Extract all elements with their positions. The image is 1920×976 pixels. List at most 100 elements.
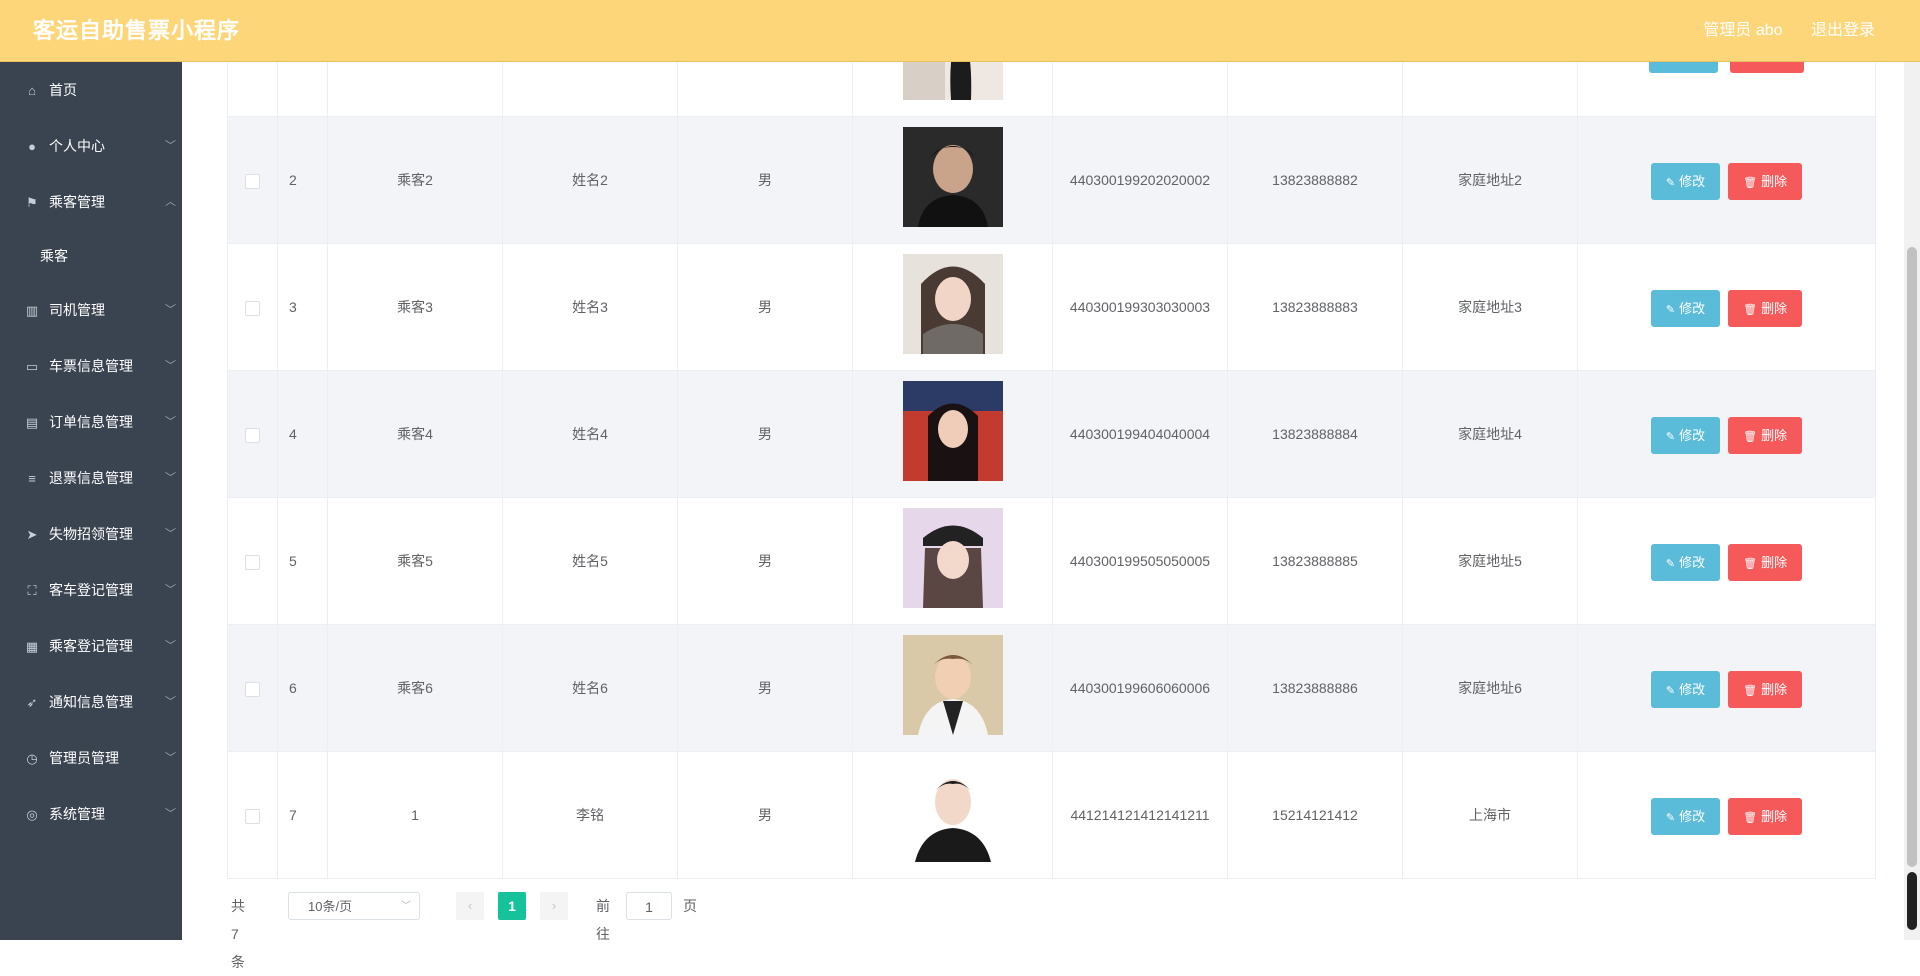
top-header: 客运自助售票小程序 管理员 abo 退出登录 <box>0 0 1920 62</box>
sidebar-item-1[interactable]: ● 个人中心 ﹀ <box>0 118 182 174</box>
avatar-photo <box>903 254 1003 354</box>
goto-page-input[interactable]: 1 <box>626 892 672 920</box>
sex-cell: 男 <box>678 498 853 624</box>
row-index: 6 <box>278 625 328 751</box>
avatar-photo <box>903 762 1003 862</box>
sidebar-item-label: 乘客登记管理 <box>49 638 133 654</box>
sidebar-item-4[interactable]: ▭ 车票信息管理 ﹀ <box>0 338 182 394</box>
delete-label: 删除 <box>1761 300 1788 316</box>
edit-icon: ✎ <box>1665 811 1676 824</box>
sidebar-item-12[interactable]: ◎ 系统管理 ﹀ <box>0 786 182 842</box>
chat-icon: ▭ <box>25 359 39 374</box>
delete-button[interactable]: 🗑删除 <box>1728 416 1803 454</box>
delete-button[interactable]: 🗑删除 <box>1728 289 1803 327</box>
sidebar-item-11[interactable]: ◷ 管理员管理 ﹀ <box>0 730 182 786</box>
compass-icon: ◎ <box>26 807 38 822</box>
name-cell: 姓名5 <box>503 498 678 624</box>
page-scrollbar[interactable] <box>1904 62 1920 940</box>
phone-cell: 13823888884 <box>1228 371 1403 497</box>
avatar-photo <box>903 381 1003 481</box>
sidebar-item-7[interactable]: ➤ 失物招领管理 ﹀ <box>0 506 182 562</box>
edit-button[interactable]: ✎修改 <box>1648 62 1719 73</box>
row-checkbox[interactable] <box>245 681 260 697</box>
delete-label: 删除 <box>1761 173 1788 189</box>
edit-button[interactable]: ✎修改 <box>1650 162 1721 200</box>
name-cell: 姓名4 <box>503 371 678 497</box>
table-row-partial: ✎修改 🗑删除 <box>228 62 1875 117</box>
chevron-down-icon: ﹀ <box>165 472 176 484</box>
photo-cell <box>853 117 1053 243</box>
page-size-select[interactable]: 10条/页 ﹀ <box>288 892 420 920</box>
chevron-down-icon: ﹀ <box>165 696 176 708</box>
sex-cell: 男 <box>678 117 853 243</box>
header-actions: 管理员 abo 退出登录 <box>1679 0 1875 62</box>
row-checkbox[interactable] <box>245 427 260 443</box>
next-page-button[interactable]: › <box>540 892 568 920</box>
user-icon: ● <box>28 139 36 154</box>
row-checkbox[interactable] <box>245 808 260 824</box>
row-index: 5 <box>278 498 328 624</box>
home-icon: ⌂ <box>28 83 36 98</box>
photo-cell <box>853 625 1053 751</box>
row-checkbox-cell <box>228 498 278 624</box>
row-checkbox[interactable] <box>245 554 260 570</box>
scrollbar-handle[interactable] <box>1907 872 1917 930</box>
username-cell: 乘客5 <box>328 498 503 624</box>
sidebar-item-10[interactable]: ➶ 通知信息管理 ﹀ <box>0 674 182 730</box>
row-index: 4 <box>278 371 328 497</box>
prev-page-button[interactable]: ‹ <box>456 892 484 920</box>
fullscreen-icon: ⛶ <box>27 583 37 598</box>
delete-button[interactable]: 🗑删除 <box>1728 543 1803 581</box>
admin-user-label[interactable]: 管理员 abo <box>1703 22 1782 39</box>
sidebar-item-6[interactable]: ≡ 退票信息管理 ﹀ <box>0 450 182 506</box>
app-title: 客运自助售票小程序 <box>33 18 241 43</box>
sidebar-subitem-passenger[interactable]: 乘客 <box>0 230 182 282</box>
flag-icon: ⚑ <box>26 195 38 210</box>
sidebar-item-5[interactable]: ▤ 订单信息管理 ﹀ <box>0 394 182 450</box>
edit-label: 修改 <box>1679 173 1706 189</box>
row-index: 7 <box>278 752 328 878</box>
delete-button[interactable]: 🗑删除 <box>1730 62 1805 73</box>
delete-button[interactable]: 🗑删除 <box>1728 797 1803 835</box>
id-card-cell: 441214121412141211 <box>1053 752 1228 878</box>
edit-icon: ✎ <box>1665 303 1676 316</box>
sidebar-item-9[interactable]: ▦ 乘客登记管理 ﹀ <box>0 618 182 674</box>
delete-button[interactable]: 🗑删除 <box>1728 162 1803 200</box>
sidebar-item-8[interactable]: ⛶ 客车登记管理 ﹀ <box>0 562 182 618</box>
edit-icon: ✎ <box>1665 684 1676 697</box>
clock-icon: ◷ <box>26 751 38 766</box>
edit-button[interactable]: ✎修改 <box>1650 797 1721 835</box>
edit-button[interactable]: ✎修改 <box>1650 543 1721 581</box>
sidebar-item-2[interactable]: ⚑ 乘客管理 ︿ <box>0 174 182 230</box>
sidebar-item-0[interactable]: ⌂ 首页 <box>0 62 182 118</box>
row-checkbox[interactable] <box>245 173 260 189</box>
photo-cell <box>853 371 1053 497</box>
chevron-down-icon: ﹀ <box>401 901 411 912</box>
logout-link[interactable]: 退出登录 <box>1811 22 1875 39</box>
address-cell: 家庭地址3 <box>1403 244 1578 370</box>
row-checkbox[interactable] <box>245 300 260 316</box>
chevron-down-icon: ﹀ <box>165 416 176 428</box>
sidebar-item-3[interactable]: ▥ 司机管理 ﹀ <box>0 282 182 338</box>
navigation-icon: ➶ <box>26 695 38 710</box>
scrollbar-thumb[interactable] <box>1907 247 1917 867</box>
delete-label: 删除 <box>1761 427 1788 443</box>
operations-cell: ✎ 修改 🗑 删除 <box>1578 117 1875 243</box>
sidebar-item-label: 失物招领管理 <box>49 526 133 542</box>
row-checkbox-cell <box>228 752 278 878</box>
edit-button[interactable]: ✎修改 <box>1650 670 1721 708</box>
page-number-button[interactable]: 1 <box>498 892 526 920</box>
edit-button[interactable]: ✎修改 <box>1650 289 1721 327</box>
username-cell: 1 <box>328 752 503 878</box>
edit-icon: ✎ <box>1665 430 1676 443</box>
page-unit-label: 页 <box>683 898 697 914</box>
sidebar-item-label: 通知信息管理 <box>49 694 133 710</box>
id-card-cell: 440300199303030003 <box>1053 244 1228 370</box>
table-row: 6 乘客6 姓名6 男 440300199606060006 13823888886 家庭地… <box>228 625 1875 752</box>
delete-button[interactable]: 🗑删除 <box>1728 670 1803 708</box>
username-cell: 乘客6 <box>328 625 503 751</box>
name-cell: 姓名6 <box>503 625 678 751</box>
edit-button[interactable]: ✎修改 <box>1650 416 1721 454</box>
edit-label: 修改 <box>1679 808 1706 824</box>
avatar-photo <box>903 635 1003 735</box>
